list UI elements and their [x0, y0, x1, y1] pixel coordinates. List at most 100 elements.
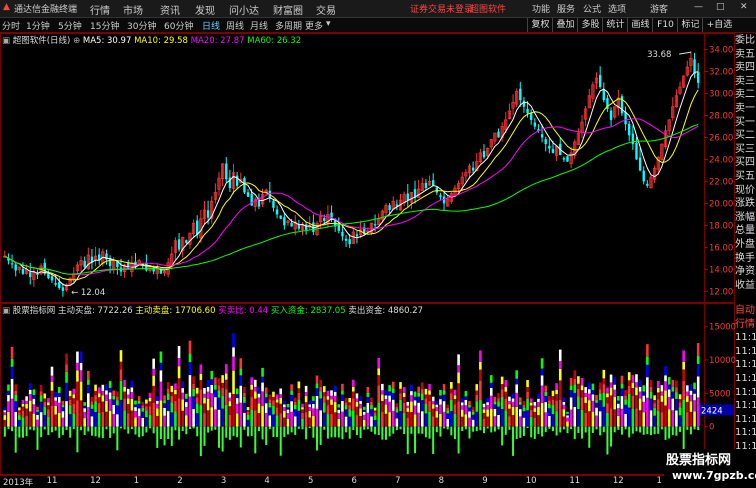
money-flow-bar [286, 413, 290, 419]
outflow-bar [453, 426, 456, 440]
money-flow-bar [468, 407, 471, 412]
menu-item-function[interactable]: 功能 [532, 2, 550, 15]
quote-label[interactable]: 卖三 [735, 75, 756, 89]
menu-item-news[interactable]: 资讯 [160, 2, 180, 17]
quote-label[interactable]: 外盘 [735, 238, 756, 252]
money-flow-bar [453, 389, 457, 396]
money-flow-bar [464, 414, 468, 427]
tick-label[interactable]: 行情 [735, 318, 756, 332]
quote-label[interactable]: 买二 [735, 129, 756, 143]
outflow-bar [493, 426, 496, 432]
quote-label[interactable]: 卖一 [735, 102, 756, 116]
money-flow-bar [569, 397, 573, 410]
quote-label[interactable]: 涨幅 [735, 211, 756, 225]
outflow-bar [410, 426, 413, 434]
money-flow-bar [642, 395, 646, 402]
quote-label[interactable]: 买五 [735, 170, 756, 184]
candle-body [471, 167, 475, 171]
money-flow-bar [68, 405, 72, 415]
quote-label[interactable]: 收益 [735, 279, 756, 293]
money-flow-bar [540, 375, 544, 386]
quote-label[interactable]: 买一 [735, 116, 756, 130]
tick-label[interactable]: 自动 [735, 304, 756, 318]
tick-label[interactable]: 11:1 [735, 399, 756, 413]
menu-item-formula[interactable]: 公式 [583, 2, 601, 15]
tick-label[interactable]: 11:1 [735, 358, 756, 372]
money-flow-bar [275, 415, 279, 427]
close-icon[interactable]: ✕ [740, 2, 748, 12]
money-flow-bar [587, 400, 591, 412]
menu-item-service[interactable]: 服务 [557, 2, 575, 15]
maximize-icon[interactable]: □ [716, 2, 725, 12]
period-tab-weekly[interactable]: 周线 [226, 19, 244, 32]
quote-label[interactable]: 涨跌 [735, 197, 756, 211]
money-flow-bar [47, 409, 50, 417]
menu-item-market[interactable]: 市场 [123, 2, 143, 17]
period-tab-60min[interactable]: 60分钟 [164, 19, 193, 32]
button-adjust[interactable]: 复权 [527, 18, 553, 32]
money-flow-bar [606, 403, 609, 413]
quote-label[interactable]: 卖二 [735, 88, 756, 102]
button-f10[interactable]: F10 [652, 18, 678, 32]
menu-item-options[interactable]: 选项 [608, 2, 626, 15]
menu-item-wealth[interactable]: 财富圈 [273, 2, 303, 17]
money-flow-bar [54, 397, 57, 401]
money-flow-bar [413, 396, 417, 401]
button-multi-stock[interactable]: 多股 [577, 18, 603, 32]
money-flow-bar [395, 412, 399, 419]
quote-label[interactable]: 净资 [735, 265, 756, 279]
button-add-watchlist[interactable]: +自选 [702, 18, 736, 32]
tick-label[interactable]: 11:1 [735, 386, 756, 400]
quote-label[interactable]: 买三 [735, 143, 756, 157]
period-tab-more[interactable]: 更多 [305, 19, 323, 32]
tick-label[interactable]: 11:1 [735, 426, 756, 440]
button-mark[interactable]: 标记 [677, 18, 703, 32]
quote-label[interactable]: 卖四 [735, 61, 756, 75]
button-draw[interactable]: 画线 [627, 18, 653, 32]
period-tab-5min[interactable]: 5分钟 [58, 19, 82, 32]
money-flow-bar [275, 402, 279, 408]
tick-label[interactable]: 11:1 [735, 372, 756, 386]
stock-name-link[interactable]: 超图软件 [470, 2, 506, 15]
money-flow-bar [555, 411, 558, 427]
indicator-chart[interactable]: 150001000050000-50002424 [0, 303, 756, 475]
period-tab-15min[interactable]: 15分钟 [90, 19, 119, 32]
indicator-ratio: 买卖比: 0.44 [218, 306, 269, 316]
money-flow-bar [297, 399, 301, 411]
period-tab-30min[interactable]: 30分钟 [127, 19, 156, 32]
tick-label[interactable]: 11:1 [735, 413, 756, 427]
quote-label[interactable]: 总量 [735, 224, 756, 238]
period-tab-1min[interactable]: 1分钟 [26, 19, 50, 32]
menu-item-assistant[interactable]: 问小达 [229, 2, 259, 17]
money-flow-bar [573, 406, 577, 427]
money-flow-bar [399, 388, 402, 394]
money-flow-bar [562, 401, 566, 405]
quote-label[interactable]: 卖五 [735, 48, 756, 62]
money-flow-bar [326, 396, 330, 400]
money-flow-bar [475, 411, 479, 427]
menu-item-discover[interactable]: 发现 [195, 2, 215, 17]
period-tab-daily[interactable]: 日线 [202, 19, 220, 32]
tick-label[interactable]: 11:1 [735, 345, 756, 359]
button-statistics[interactable]: 统计 [602, 18, 628, 32]
quote-label[interactable]: 买四 [735, 156, 756, 170]
guest-label[interactable]: 游客 [650, 2, 668, 15]
period-tab-timeshare[interactable]: 分时 [2, 19, 20, 32]
money-flow-bar [210, 370, 214, 380]
chevron-down-icon[interactable]: ▾ [326, 19, 331, 29]
tick-label[interactable]: 11:1 [735, 331, 756, 345]
money-flow-bar [613, 377, 616, 385]
quote-label[interactable]: 换手 [735, 252, 756, 266]
period-tab-multi[interactable]: 多周期 [275, 19, 302, 32]
login-notice[interactable]: 证券交易未登录 [410, 2, 473, 15]
quote-label[interactable]: 委比 [735, 34, 756, 48]
quote-label[interactable]: 现价 [735, 184, 756, 198]
period-tab-monthly[interactable]: 月线 [250, 19, 268, 32]
minimize-icon[interactable]: — [694, 2, 703, 12]
button-overlay[interactable]: 叠加 [552, 18, 578, 32]
candlestick-chart[interactable]: 12.00 14.00 16.00 18.00 20.00 22.00 24.00 26.00… [0, 33, 756, 303]
money-flow-bar [569, 390, 573, 398]
menu-item-trade[interactable]: 交易 [316, 2, 336, 17]
menu-item-quotes[interactable]: 行情 [90, 2, 110, 17]
legend-dropdown-icon[interactable]: ⊕ [73, 36, 80, 46]
